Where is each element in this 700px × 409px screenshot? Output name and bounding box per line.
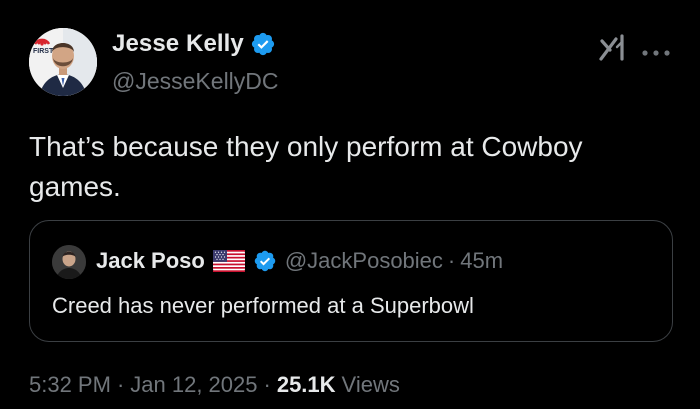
quote-text: Creed has never performed at a Superbowl xyxy=(52,293,474,318)
verified-badge-icon xyxy=(250,31,276,57)
tweet-meta: 5:32 PM · Jan 12, 2025 · 25.1K Views xyxy=(29,372,400,398)
tweet-time[interactable]: 5:32 PM xyxy=(29,372,111,398)
meta-separator: · xyxy=(116,372,125,397)
quote-author-avatar[interactable] xyxy=(52,245,86,279)
tweet-text: That’s because they only perform at Cowb… xyxy=(29,131,583,202)
quote-author-handle[interactable]: @JackPosobiec xyxy=(285,248,443,274)
meta-separator: · xyxy=(263,372,271,397)
quote-separator: · xyxy=(447,248,456,273)
author-handle[interactable]: @JesseKellyDC xyxy=(112,68,279,95)
avatar-badge-text: FIRST xyxy=(33,48,54,55)
views-count[interactable]: 25.1K xyxy=(277,372,336,398)
views-label: Views xyxy=(341,372,400,397)
grok-icon[interactable] xyxy=(599,33,629,61)
quote-timestamp[interactable]: 45m xyxy=(460,248,503,274)
us-flag-icon xyxy=(212,250,245,272)
quote-header: Jack Poso @JackPosobiec · 45m xyxy=(96,248,503,274)
quote-author-name[interactable]: Jack Poso xyxy=(96,248,205,274)
tweet-date[interactable]: Jan 12, 2025 xyxy=(130,372,257,398)
quoted-tweet[interactable]: Jack Poso @JackPosobiec · 45m Creed has … xyxy=(29,220,673,342)
author-name-row: Jesse Kelly xyxy=(112,30,276,58)
author-name[interactable]: Jesse Kelly xyxy=(112,30,244,58)
more-icon[interactable] xyxy=(641,44,671,56)
author-avatar[interactable]: FIRST xyxy=(29,28,97,96)
quote-verified-badge-icon xyxy=(253,249,277,273)
tweet: FIRST Jesse Kelly @JesseKellyDC That’s b… xyxy=(0,0,700,409)
